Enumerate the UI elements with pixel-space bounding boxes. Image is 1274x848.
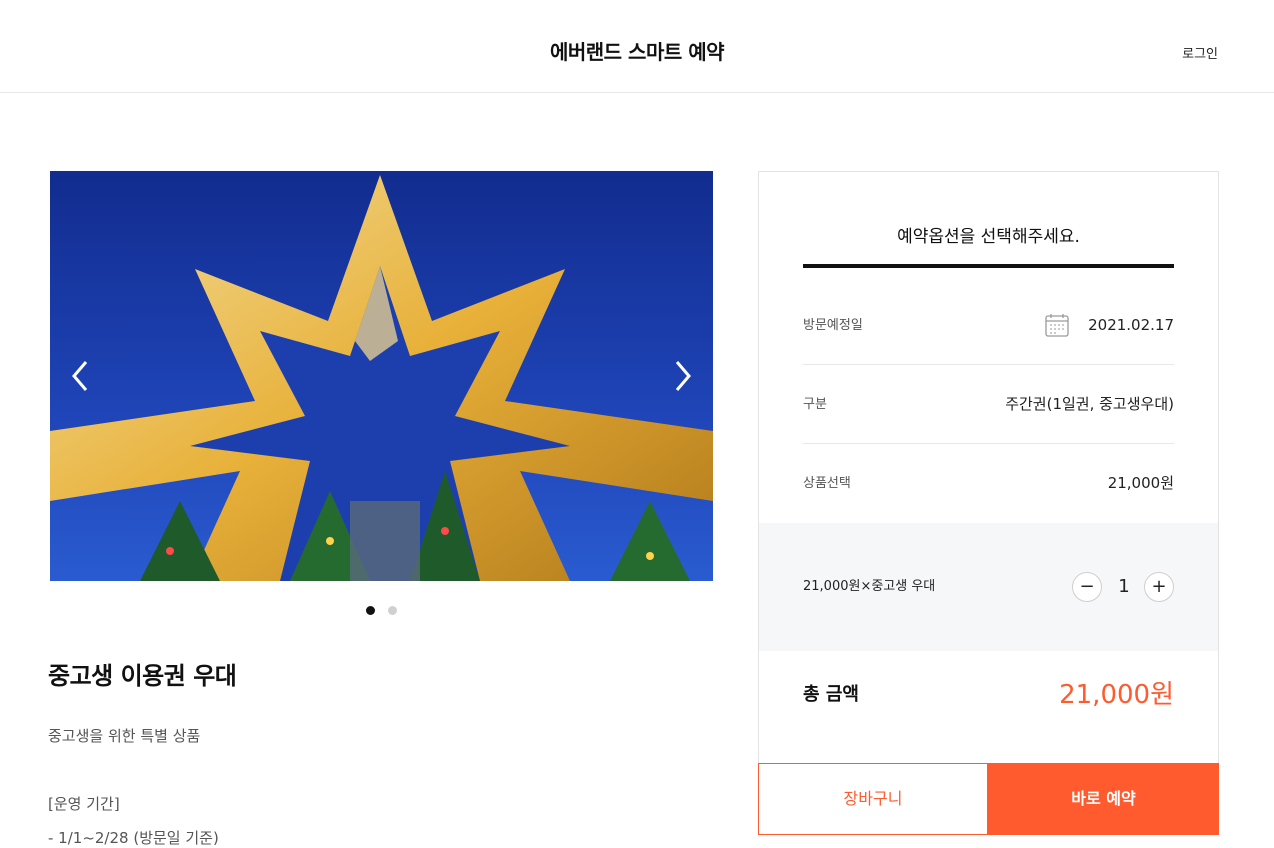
carousel-prev-button[interactable] <box>66 356 96 396</box>
heading-divider <box>803 264 1174 268</box>
booking-heading: 예약옵션을 선택해주세요. <box>897 227 1080 247</box>
product-select-value[interactable]: 21,000원 <box>1108 444 1174 523</box>
page-title: 에버랜드 스마트 예약 <box>549 40 725 64</box>
add-to-cart-button[interactable]: 장바구니 <box>758 763 988 835</box>
book-now-button[interactable]: 바로 예약 <box>988 763 1219 835</box>
visit-date-value[interactable]: 2021.02.17 <box>1088 286 1174 365</box>
quantity-item-label: 21,000원×중고생 우대 <box>803 579 936 594</box>
chevron-left-icon <box>72 361 88 391</box>
product-photo <box>50 171 713 581</box>
booking-panel: 예약옵션을 선택해주세요. 방문예정일 2021.02.17 구분 주간권(1일… <box>758 171 1219 835</box>
carousel-next-button[interactable] <box>667 356 697 396</box>
quantity-value: 1 <box>1118 576 1130 597</box>
carousel-dot-1[interactable] <box>365 606 375 615</box>
ticket-type-row[interactable]: 구분 주간권(1일권, 중고생우대) <box>803 365 1174 444</box>
product-description: 중고생을 위한 특별 상품 <box>48 727 201 745</box>
login-link[interactable]: 로그인 <box>1182 43 1218 62</box>
chevron-right-icon <box>675 361 691 391</box>
product-select-label: 상품선택 <box>803 476 851 491</box>
ticket-type-value[interactable]: 주간권(1일권, 중고생우대) <box>1005 365 1174 444</box>
ticket-type-label: 구분 <box>803 397 827 412</box>
carousel-dot-2[interactable] <box>388 606 398 615</box>
product-select-row[interactable]: 상품선택 21,000원 <box>803 444 1174 523</box>
carousel-dots <box>50 600 713 615</box>
top-header: 에버랜드 스마트 예약 로그인 <box>0 0 1274 93</box>
operating-period-label: [운영 기간] <box>48 795 120 813</box>
visit-date-row[interactable]: 방문예정일 2021.02.17 <box>803 286 1174 365</box>
quantity-minus-button[interactable]: − <box>1072 572 1102 602</box>
quantity-plus-button[interactable]: + <box>1144 572 1174 602</box>
operating-period-value: - 1/1~2/28 (방문일 기준) <box>48 829 219 847</box>
calendar-icon[interactable] <box>1044 312 1070 338</box>
total-amount-value: 21,000원 <box>1059 680 1174 710</box>
product-image-carousel[interactable] <box>50 171 713 581</box>
quantity-box: 21,000원×중고생 우대 − 1 + <box>759 523 1218 651</box>
product-title: 중고생 이용권 우대 <box>48 662 237 690</box>
visit-date-label: 방문예정일 <box>803 318 863 333</box>
total-amount-label: 총 금액 <box>803 684 859 705</box>
